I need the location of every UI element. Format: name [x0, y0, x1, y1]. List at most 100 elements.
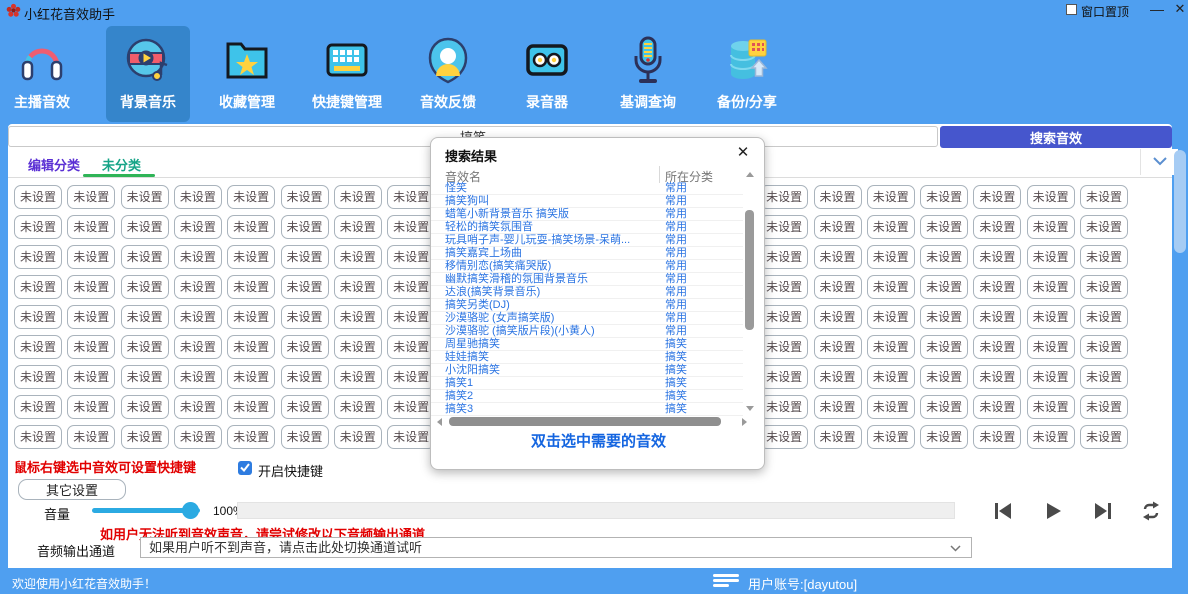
sound-slot-button[interactable]: 未设置 — [67, 245, 115, 269]
sound-slot-button[interactable]: 未设置 — [174, 215, 222, 239]
dialog-vertical-scrollbar[interactable] — [744, 168, 756, 416]
sound-slot-button[interactable]: 未设置 — [14, 425, 62, 449]
scroll-up-arrow-icon[interactable] — [746, 172, 754, 177]
search-result-row[interactable]: 蜡笔小新背景音乐 搞笑版常用 — [431, 208, 743, 221]
sound-slot-button[interactable]: 未设置 — [1027, 185, 1075, 209]
sound-slot-button[interactable]: 未设置 — [760, 365, 808, 389]
sound-slot-button[interactable]: 未设置 — [1080, 335, 1128, 359]
sound-slot-button[interactable]: 未设置 — [67, 395, 115, 419]
sound-slot-button[interactable]: 未设置 — [920, 215, 968, 239]
sound-slot-button[interactable]: 未设置 — [814, 275, 862, 299]
sound-slot-button[interactable]: 未设置 — [920, 365, 968, 389]
sound-slot-button[interactable]: 未设置 — [121, 275, 169, 299]
sound-slot-button[interactable]: 未设置 — [1027, 305, 1075, 329]
sound-slot-button[interactable]: 未设置 — [387, 245, 435, 269]
search-result-row[interactable]: 沙漠骆驼 (搞笑版片段)(小黄人)常用 — [431, 325, 743, 338]
scroll-left-arrow-icon[interactable] — [437, 418, 442, 426]
sound-slot-button[interactable]: 未设置 — [227, 395, 275, 419]
sound-slot-button[interactable]: 未设置 — [1027, 425, 1075, 449]
sound-slot-button[interactable]: 未设置 — [973, 365, 1021, 389]
sound-slot-button[interactable]: 未设置 — [920, 275, 968, 299]
sound-slot-button[interactable]: 未设置 — [174, 275, 222, 299]
sound-slot-button[interactable]: 未设置 — [121, 425, 169, 449]
sound-slot-button[interactable]: 未设置 — [867, 335, 915, 359]
search-result-row[interactable]: 沙漠骆驼 (女声搞笑版)常用 — [431, 312, 743, 325]
sound-slot-button[interactable]: 未设置 — [1080, 275, 1128, 299]
sound-slot-button[interactable]: 未设置 — [760, 395, 808, 419]
sound-slot-button[interactable]: 未设置 — [814, 185, 862, 209]
sound-slot-button[interactable]: 未设置 — [387, 365, 435, 389]
sound-slot-button[interactable]: 未设置 — [1080, 215, 1128, 239]
volume-slider-thumb[interactable] — [182, 502, 199, 519]
sound-slot-button[interactable]: 未设置 — [387, 185, 435, 209]
search-result-row[interactable]: 周星驰搞笑搞笑 — [431, 338, 743, 351]
sound-slot-button[interactable]: 未设置 — [174, 425, 222, 449]
sound-slot-button[interactable]: 未设置 — [334, 185, 382, 209]
sound-slot-button[interactable]: 未设置 — [1027, 395, 1075, 419]
sound-slot-button[interactable]: 未设置 — [67, 425, 115, 449]
sound-slot-button[interactable]: 未设置 — [814, 215, 862, 239]
sound-slot-button[interactable]: 未设置 — [227, 335, 275, 359]
sound-slot-button[interactable]: 未设置 — [760, 185, 808, 209]
sound-slot-button[interactable]: 未设置 — [281, 365, 329, 389]
sound-slot-button[interactable]: 未设置 — [1080, 245, 1128, 269]
sound-slot-button[interactable]: 未设置 — [867, 425, 915, 449]
sound-slot-button[interactable]: 未设置 — [334, 275, 382, 299]
sound-slot-button[interactable]: 未设置 — [973, 185, 1021, 209]
sound-slot-button[interactable]: 未设置 — [281, 395, 329, 419]
sound-slot-button[interactable]: 未设置 — [67, 335, 115, 359]
sound-slot-button[interactable]: 未设置 — [334, 305, 382, 329]
sound-slot-button[interactable]: 未设置 — [867, 215, 915, 239]
sound-slot-button[interactable]: 未设置 — [14, 275, 62, 299]
sound-slot-button[interactable]: 未设置 — [814, 365, 862, 389]
sound-slot-button[interactable]: 未设置 — [67, 215, 115, 239]
sound-slot-button[interactable]: 未设置 — [121, 305, 169, 329]
search-result-row[interactable]: 小沈阳搞笑搞笑 — [431, 364, 743, 377]
sound-slot-button[interactable]: 未设置 — [334, 365, 382, 389]
sound-slot-button[interactable]: 未设置 — [814, 335, 862, 359]
dialog-horizontal-scrollbar[interactable] — [431, 417, 766, 427]
sound-slot-button[interactable]: 未设置 — [387, 275, 435, 299]
sound-slot-button[interactable]: 未设置 — [387, 335, 435, 359]
sound-slot-button[interactable]: 未设置 — [387, 305, 435, 329]
sound-slot-button[interactable]: 未设置 — [174, 365, 222, 389]
search-result-row[interactable]: 怪笑常用 — [431, 182, 743, 195]
sound-slot-button[interactable]: 未设置 — [814, 305, 862, 329]
sound-slot-button[interactable]: 未设置 — [387, 425, 435, 449]
previous-track-button[interactable] — [992, 500, 1016, 524]
sound-slot-button[interactable]: 未设置 — [67, 305, 115, 329]
play-button[interactable] — [1042, 500, 1066, 524]
sound-slot-button[interactable]: 未设置 — [867, 275, 915, 299]
sound-slot-button[interactable]: 未设置 — [760, 245, 808, 269]
sound-slot-button[interactable]: 未设置 — [760, 215, 808, 239]
sound-slot-button[interactable]: 未设置 — [867, 305, 915, 329]
dialog-close-icon[interactable]: ✕ — [733, 143, 753, 163]
sound-slot-button[interactable]: 未设置 — [867, 395, 915, 419]
sound-slot-button[interactable]: 未设置 — [174, 335, 222, 359]
sound-slot-button[interactable]: 未设置 — [814, 245, 862, 269]
sound-slot-button[interactable]: 未设置 — [281, 305, 329, 329]
sound-slot-button[interactable]: 未设置 — [14, 365, 62, 389]
sound-slot-button[interactable]: 未设置 — [920, 305, 968, 329]
sound-slot-button[interactable]: 未设置 — [1027, 335, 1075, 359]
search-result-row[interactable]: 移情别恋(搞笑痛哭版)常用 — [431, 260, 743, 273]
sound-slot-button[interactable]: 未设置 — [227, 185, 275, 209]
sound-slot-button[interactable]: 未设置 — [1027, 245, 1075, 269]
sound-slot-button[interactable]: 未设置 — [1027, 215, 1075, 239]
sound-slot-button[interactable]: 未设置 — [973, 215, 1021, 239]
search-result-row[interactable]: 搞笑狗叫常用 — [431, 195, 743, 208]
sound-slot-button[interactable]: 未设置 — [174, 395, 222, 419]
sound-slot-button[interactable]: 未设置 — [973, 335, 1021, 359]
search-result-row[interactable]: 娃娃搞笑搞笑 — [431, 351, 743, 364]
menu-hamburger-icon[interactable] — [713, 574, 739, 588]
sound-slot-button[interactable]: 未设置 — [121, 215, 169, 239]
sound-slot-button[interactable]: 未设置 — [334, 395, 382, 419]
sound-slot-button[interactable]: 未设置 — [174, 185, 222, 209]
sound-slot-button[interactable]: 未设置 — [387, 215, 435, 239]
sound-slot-button[interactable]: 未设置 — [973, 425, 1021, 449]
search-result-row[interactable]: 搞笑1搞笑 — [431, 377, 743, 390]
search-result-row[interactable]: 搞笑3搞笑 — [431, 403, 743, 416]
sound-slot-button[interactable]: 未设置 — [760, 275, 808, 299]
sound-slot-button[interactable]: 未设置 — [121, 365, 169, 389]
sound-slot-button[interactable]: 未设置 — [867, 245, 915, 269]
